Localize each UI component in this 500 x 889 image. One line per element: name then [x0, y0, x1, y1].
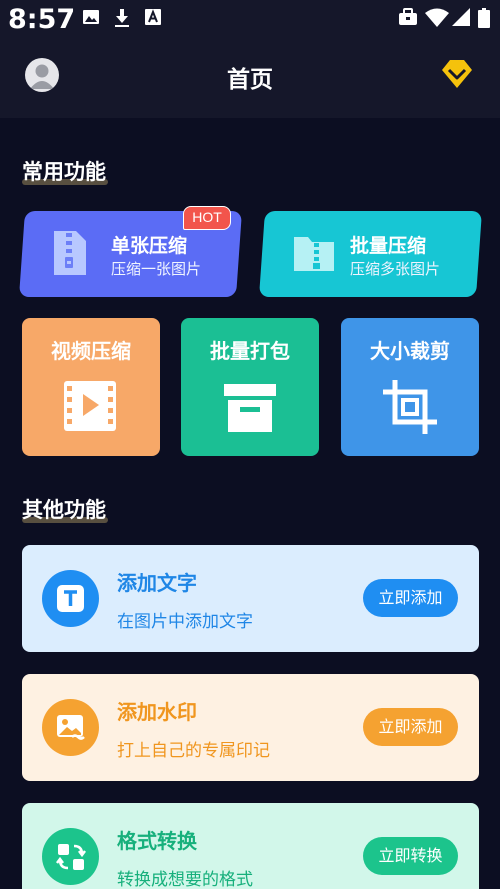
hot-badge: HOT — [183, 206, 231, 230]
wifi-icon — [425, 8, 449, 27]
add-text-button[interactable]: 立即添加 — [363, 579, 458, 617]
a-icon — [145, 9, 161, 25]
add-text-title: 添加文字 — [117, 571, 197, 595]
add-text-card[interactable]: 添加文字 在图片中添加文字 立即添加 — [22, 545, 479, 652]
add-watermark-card[interactable]: 添加水印 打上自己的专属印记 立即添加 — [22, 674, 479, 781]
download-icon — [115, 9, 129, 27]
zip-folder-icon — [294, 237, 334, 271]
video-compress-tile[interactable]: 视频压缩 — [22, 318, 160, 456]
zip-file-icon — [54, 231, 86, 275]
signal-icon — [452, 8, 470, 26]
single-compress-title: 单张压缩 — [111, 235, 188, 257]
image-icon — [83, 10, 99, 24]
briefcase-icon — [399, 8, 417, 25]
add-watermark-button[interactable]: 立即添加 — [363, 708, 458, 746]
format-convert-button[interactable]: 立即转换 — [363, 837, 458, 875]
text-icon — [42, 570, 99, 627]
batch-compress-card[interactable]: 批量压缩 压缩多张图片 — [258, 211, 483, 297]
format-convert-card[interactable]: 格式转换 转换成想要的格式 立即转换 — [22, 803, 479, 889]
add-watermark-title: 添加水印 — [117, 700, 197, 724]
status-time: 8:57 — [8, 4, 76, 35]
watermark-image-icon — [42, 699, 99, 756]
video-icon — [64, 381, 116, 431]
status-bar: 8:57 — [0, 0, 500, 40]
single-compress-subtitle: 压缩一张图片 — [111, 260, 202, 278]
add-text-subtitle: 在图片中添加文字 — [117, 612, 253, 632]
batch-pack-title: 批量打包 — [210, 339, 290, 363]
page-title: 首页 — [227, 67, 273, 93]
archive-box-icon — [224, 384, 276, 432]
crop-icon — [383, 380, 437, 434]
video-compress-title: 视频压缩 — [51, 339, 131, 363]
crop-title: 大小裁剪 — [370, 339, 450, 363]
format-convert-title: 格式转换 — [117, 829, 197, 853]
app-header: 首页 — [0, 40, 500, 118]
other-section-title: 其他功能 — [22, 498, 108, 523]
battery-icon — [478, 8, 490, 28]
add-watermark-subtitle: 打上自己的专属印记 — [117, 741, 270, 761]
batch-compress-subtitle: 压缩多张图片 — [350, 260, 441, 278]
batch-compress-title: 批量压缩 — [350, 235, 427, 257]
crop-tile[interactable]: 大小裁剪 — [341, 318, 479, 456]
batch-pack-tile[interactable]: 批量打包 — [181, 318, 319, 456]
convert-icon — [42, 828, 99, 885]
vip-diamond-icon[interactable] — [440, 58, 474, 90]
common-section-title: 常用功能 — [22, 160, 108, 185]
format-convert-subtitle: 转换成想要的格式 — [117, 870, 253, 889]
